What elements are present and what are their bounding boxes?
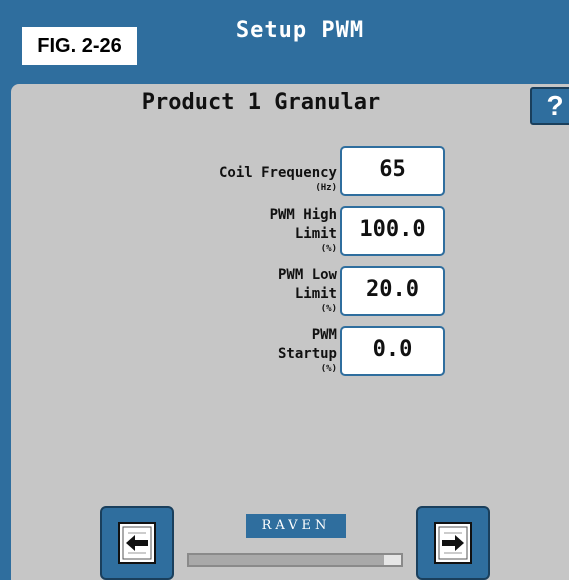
coil-frequency-input[interactable]: 65 [340,146,445,196]
back-arrow-icon [118,522,156,564]
help-icon: ? [546,90,564,121]
progress-fill [189,555,385,565]
label-line: PWM High [269,207,337,223]
label-line: Limit [294,286,337,302]
screen-frame: Setup PWM FIG. 2-26 Product 1 Granular ?… [0,0,569,580]
unit-label: (%) [320,364,337,374]
label-line: Startup [277,346,337,362]
content-panel: Product 1 Granular ? Coil Frequency (Hz)… [11,84,569,580]
unit-label: (%) [320,304,337,314]
label-line: Limit [294,226,337,242]
label-line: Coil Frequency [218,165,337,181]
page-title: Product 1 Granular [141,90,381,115]
window-title: Setup PWM [235,18,365,43]
label-line: PWM [311,327,337,343]
field-label-pwm-low-limit: PWM Low Limit (%) [278,266,337,315]
next-button[interactable] [416,506,490,580]
pwm-startup-input[interactable]: 0.0 [340,326,445,376]
help-button[interactable]: ? [530,87,569,125]
field-label-pwm-high-limit: PWM High Limit (%) [270,206,337,255]
pwm-high-limit-input[interactable]: 100.0 [340,206,445,256]
progress-bar [187,553,403,567]
back-button[interactable] [100,506,174,580]
unit-label: (Hz) [315,183,337,193]
unit-label: (%) [320,244,337,254]
raven-logo: RAVEN [246,514,346,538]
pwm-low-limit-input[interactable]: 20.0 [340,266,445,316]
next-arrow-icon [434,522,472,564]
figure-label: FIG. 2-26 [22,27,137,65]
field-label-pwm-startup: PWM Startup (%) [278,326,337,375]
label-line: PWM Low [277,267,337,283]
field-label-coil-frequency: Coil Frequency (Hz) [219,164,337,194]
